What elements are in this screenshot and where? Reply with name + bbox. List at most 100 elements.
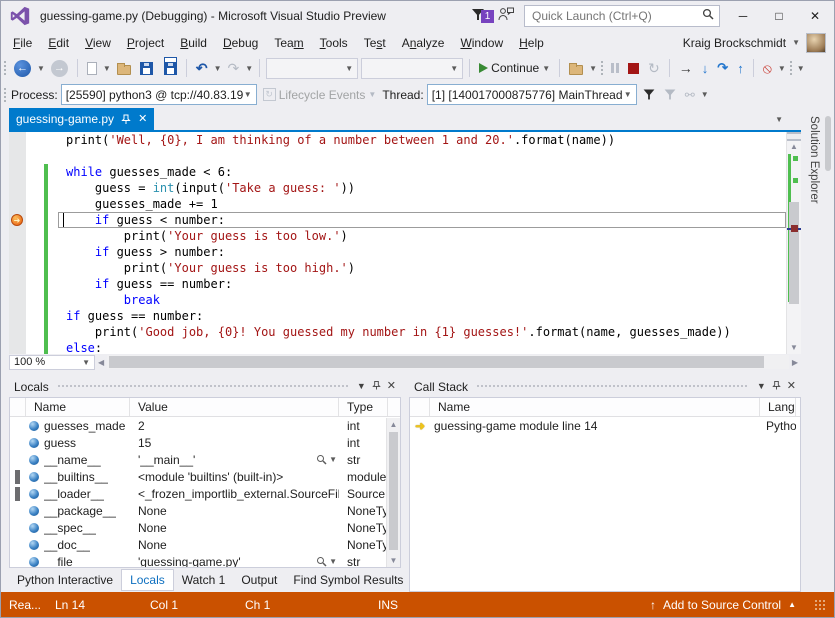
pin-icon[interactable] <box>121 114 131 125</box>
variable-value-cell[interactable]: None <box>130 521 339 535</box>
panel-grip[interactable] <box>476 384 749 389</box>
tab-list-dropdown-icon[interactable]: ▼ <box>775 115 783 124</box>
variable-value-cell[interactable]: None <box>130 538 339 552</box>
redo-dropdown[interactable]: ▼ <box>245 64 253 73</box>
variable-name-cell[interactable]: __loader__ <box>26 487 130 501</box>
variable-name-cell[interactable]: guesses_made <box>26 419 130 433</box>
panel-grip[interactable] <box>57 384 349 389</box>
user-account-menu[interactable]: Kraig Brockschmidt ▼ <box>683 33 834 53</box>
panel-splitter[interactable] <box>401 376 409 592</box>
quick-launch-box[interactable] <box>524 5 720 27</box>
save-button[interactable] <box>137 60 156 77</box>
table-row[interactable]: __file__'guessing-game.py'▼str <box>10 553 400 567</box>
code-text[interactable]: print('Good job, {0}! You guessed my num… <box>58 324 786 340</box>
code-text[interactable]: print('Your guess is too low.') <box>58 228 786 244</box>
variable-value-cell[interactable]: 2 <box>130 419 339 433</box>
variable-value-cell[interactable]: 'guessing-game.py'▼ <box>130 555 339 568</box>
code-line[interactable]: ➜ if guess < number: <box>9 212 786 228</box>
breakpoints-dropdown[interactable]: ▼ <box>778 64 786 73</box>
attach-dropdown[interactable]: ▼ <box>589 64 597 73</box>
code-line[interactable]: print('Your guess is too low.') <box>9 228 786 244</box>
window-position-dropdown-icon[interactable]: ▼ <box>357 382 366 391</box>
variable-name-cell[interactable]: guess <box>26 436 130 450</box>
variable-value-cell[interactable]: <_frozen_importlib_external.SourceFileLo… <box>130 487 339 501</box>
navigate-back-button[interactable]: ← <box>11 58 34 79</box>
table-row[interactable]: __spec__NoneNoneType <box>10 519 400 536</box>
table-row[interactable]: guesses_made2int <box>10 417 400 434</box>
pin-icon[interactable] <box>372 380 381 393</box>
locals-header[interactable]: Locals ▼ ✕ <box>9 376 401 397</box>
locals-scrollbar[interactable]: ▲ ▼ <box>386 418 400 567</box>
attach-to-process-button[interactable] <box>566 60 586 77</box>
menu-test[interactable]: Test <box>356 33 394 53</box>
process-combo[interactable]: [25590] python3 @ tcp://40.83.191 ▼ <box>61 84 257 105</box>
menu-edit[interactable]: Edit <box>40 33 77 53</box>
code-line[interactable]: else: <box>9 340 786 354</box>
breakpoint-margin[interactable] <box>9 132 26 148</box>
table-row[interactable]: __package__NoneNoneType <box>10 502 400 519</box>
panel-tab-find-symbol-results[interactable]: Find Symbol Results <box>285 570 411 590</box>
breakpoint-margin[interactable] <box>9 244 26 260</box>
table-row[interactable]: ➜guessing-game module line 14Python <box>410 417 800 434</box>
current-statement-margin[interactable]: ➜ <box>9 212 26 228</box>
code-text[interactable]: print('Your guess is too high.') <box>58 260 786 276</box>
table-row[interactable]: guess15int <box>10 434 400 451</box>
code-line[interactable]: guess = int(input('Take a guess: ')) <box>9 180 786 196</box>
breakpoint-margin[interactable] <box>9 308 26 324</box>
breakpoint-margin[interactable] <box>9 196 26 212</box>
code-line[interactable]: if guess == number: <box>9 308 786 324</box>
variable-name-cell[interactable]: __doc__ <box>26 538 130 552</box>
restart-button[interactable]: ↻ <box>645 59 663 77</box>
toolbar-overflow[interactable]: ▼ <box>701 90 709 99</box>
scroll-up-icon[interactable]: ▲ <box>787 142 801 151</box>
toolbar-overflow[interactable]: ▼ <box>797 64 805 73</box>
new-item-dropdown[interactable]: ▼ <box>103 64 111 73</box>
show-next-statement-button[interactable]: → <box>676 59 696 77</box>
tab-solution-explorer[interactable]: Solution Explorer <box>808 116 820 204</box>
column-value[interactable]: Value <box>130 398 339 416</box>
open-file-button[interactable] <box>114 60 134 77</box>
maximize-button[interactable]: □ <box>766 9 792 23</box>
breakpoint-margin[interactable] <box>9 340 26 354</box>
avatar[interactable] <box>806 33 826 53</box>
close-tab-icon[interactable]: ✕ <box>138 114 147 125</box>
magnifier-icon[interactable]: ▼ <box>316 556 339 567</box>
code-editor[interactable]: print('Well, {0}, I am thinking of a num… <box>9 130 801 354</box>
undo-button[interactable]: ↶ <box>193 59 211 77</box>
close-icon[interactable]: ✕ <box>787 382 796 391</box>
breakpoint-margin[interactable] <box>9 180 26 196</box>
code-text[interactable]: if guess < number: <box>58 212 786 228</box>
menu-help[interactable]: Help <box>511 33 552 53</box>
variable-value-cell[interactable]: '__main__'▼ <box>130 453 339 467</box>
code-text[interactable]: if guess > number: <box>58 244 786 260</box>
editor-vertical-scrollbar[interactable]: ▲ ▼ <box>786 132 801 354</box>
add-to-source-control-button[interactable]: ↑ Add to Source Control ▲ <box>650 598 806 612</box>
close-button[interactable]: ✕ <box>802 9 828 23</box>
menu-project[interactable]: Project <box>119 33 172 53</box>
breakpoint-margin[interactable] <box>9 164 26 180</box>
code-line[interactable]: print('Well, {0}, I am thinking of a num… <box>9 132 786 148</box>
panel-tab-output[interactable]: Output <box>233 570 285 590</box>
breakpoint-margin[interactable] <box>9 228 26 244</box>
menu-file[interactable]: File <box>5 33 40 53</box>
quick-launch-input[interactable] <box>530 8 702 24</box>
code-text[interactable]: while guesses_made < 6: <box>58 164 786 180</box>
magnifier-icon[interactable]: ▼ <box>316 454 339 465</box>
menu-view[interactable]: View <box>77 33 119 53</box>
variable-value-cell[interactable]: None <box>130 504 339 518</box>
scroll-down-icon[interactable]: ▼ <box>787 343 801 352</box>
filter-threads-button[interactable] <box>640 86 658 103</box>
scroll-left-icon[interactable]: ◀ <box>95 358 107 367</box>
save-all-button[interactable] <box>161 60 180 77</box>
scrollbar-thumb[interactable] <box>109 356 763 368</box>
navigate-forward-button[interactable]: → <box>48 58 71 79</box>
undo-dropdown[interactable]: ▼ <box>214 64 222 73</box>
window-position-dropdown-icon[interactable]: ▼ <box>757 382 766 391</box>
code-line[interactable]: if guess > number: <box>9 244 786 260</box>
flag-threads-button[interactable] <box>661 86 679 103</box>
toolbar-grip[interactable] <box>600 60 605 76</box>
pause-button[interactable] <box>608 61 622 75</box>
code-line[interactable]: guesses_made += 1 <box>9 196 786 212</box>
column-name[interactable]: Name <box>430 398 760 416</box>
scrollbar-thumb[interactable] <box>789 202 799 304</box>
